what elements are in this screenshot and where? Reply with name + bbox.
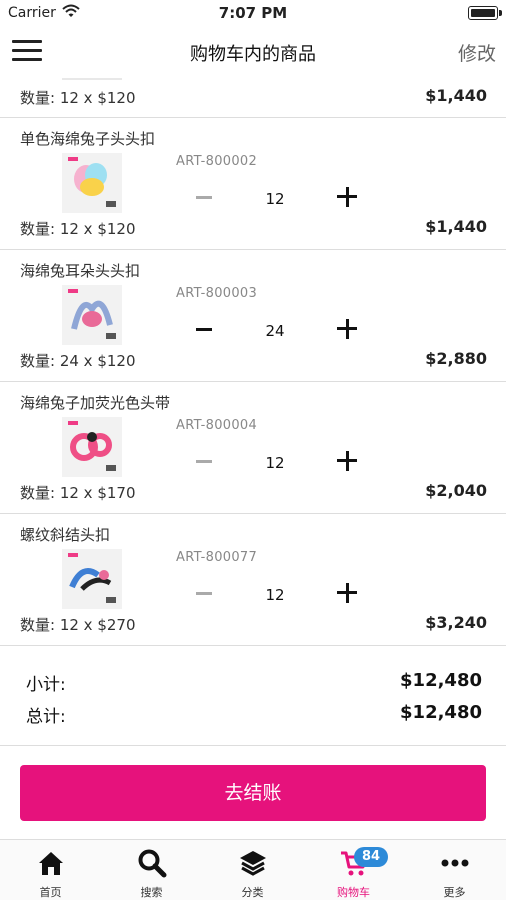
quantity-value: 12 (265, 586, 285, 604)
tab-label: 搜索 (140, 886, 163, 899)
item-name: 单色海绵兔子头头扣 (20, 130, 156, 148)
decrease-quantity-button[interactable] (190, 315, 218, 343)
cart-item[interactable]: 海绵兔耳朵头头扣 ART-800003 24 数量: 24 x $120 $2,… (0, 250, 506, 382)
quantity-value: 24 (265, 322, 285, 340)
total-label: 总计: (26, 707, 66, 727)
battery-icon (468, 6, 502, 20)
tab-more[interactable]: 更多 (404, 840, 505, 900)
product-thumbnail (62, 78, 122, 80)
item-sku: ART-800004 (176, 418, 258, 433)
tab-cart[interactable]: 84 购物车 (303, 840, 404, 900)
subtotal-value: $12,480 (400, 670, 482, 691)
tab-search[interactable]: 搜索 (101, 840, 202, 900)
cart-item[interactable]: 海绵兔子加荧光色头带 ART-800004 12 数量: 12 x $170 $… (0, 382, 506, 514)
item-quantity-line: 数量: 24 x $120 (20, 352, 136, 370)
item-quantity-line: 数量: 12 x $120 (20, 220, 136, 238)
search-icon (138, 849, 167, 878)
layers-icon (240, 851, 266, 876)
checkout-button[interactable]: 去结账 (20, 765, 486, 821)
total-value: $12,480 (400, 702, 482, 723)
item-sku: ART-800002 (176, 154, 258, 169)
item-total: $1,440 (425, 86, 487, 105)
status-time: 7:07 PM (218, 4, 288, 22)
status-bar: Carrier 7:07 PM (0, 0, 506, 28)
item-name: 螺纹斜结头扣 (20, 526, 111, 544)
item-name: 海绵兔耳朵头头扣 (20, 262, 141, 280)
decrease-quantity-button[interactable] (190, 183, 218, 211)
tab-home[interactable]: 首页 (0, 840, 101, 900)
cart-item[interactable]: 单色海绵兔子头头扣 ART-800002 12 数量: 12 x $120 $1… (0, 118, 506, 250)
item-name: 海绵兔子加荧光色头带 (20, 394, 171, 412)
nav-bar: 购物车内的商品 修改 (0, 28, 506, 74)
increase-quantity-button[interactable] (333, 315, 361, 343)
item-total: $1,440 (425, 217, 487, 236)
tab-categories[interactable]: 分类 (202, 840, 303, 900)
item-quantity-line: 数量: 12 x $120 (20, 89, 136, 107)
cart-item-partial: 数量: 12 x $120 $1,440 (0, 74, 506, 118)
order-summary: 小计: $12,480 总计: $12,480 (0, 646, 506, 746)
item-total: $2,880 (425, 349, 487, 368)
decrease-quantity-button[interactable] (190, 579, 218, 607)
product-thumbnail[interactable] (62, 285, 122, 345)
home-icon (39, 852, 63, 875)
tab-label: 购物车 (337, 886, 370, 899)
tab-label: 更多 (443, 886, 466, 899)
quantity-value: 12 (265, 454, 285, 472)
tab-label: 首页 (39, 886, 62, 899)
edit-button[interactable]: 修改 (458, 39, 496, 66)
increase-quantity-button[interactable] (333, 447, 361, 475)
tab-label: 分类 (241, 886, 264, 899)
subtotal-label: 小计: (26, 675, 66, 695)
product-thumbnail[interactable] (62, 549, 122, 609)
quantity-value: 12 (265, 190, 285, 208)
item-sku: ART-800077 (176, 550, 258, 565)
item-quantity-line: 数量: 12 x $270 (20, 616, 136, 634)
cart-item[interactable]: 螺纹斜结头扣 ART-800077 12 数量: 12 x $270 $3,24… (0, 514, 506, 646)
more-icon (441, 859, 469, 867)
increase-quantity-button[interactable] (333, 183, 361, 211)
product-thumbnail[interactable] (62, 417, 122, 477)
cart-count-badge: 84 (354, 847, 388, 867)
increase-quantity-button[interactable] (333, 579, 361, 607)
product-thumbnail[interactable] (62, 153, 122, 213)
item-total: $3,240 (425, 613, 487, 632)
page-title: 购物车内的商品 (190, 44, 316, 65)
decrease-quantity-button[interactable] (190, 447, 218, 475)
tab-bar: 首页 搜索 分类 84 购物车 更多 (0, 839, 506, 900)
item-quantity-line: 数量: 12 x $170 (20, 484, 136, 502)
item-sku: ART-800003 (176, 286, 258, 301)
cart-list[interactable]: 数量: 12 x $120 $1,440 单色海绵兔子头头扣 ART-80000… (0, 74, 506, 646)
item-total: $2,040 (425, 481, 487, 500)
